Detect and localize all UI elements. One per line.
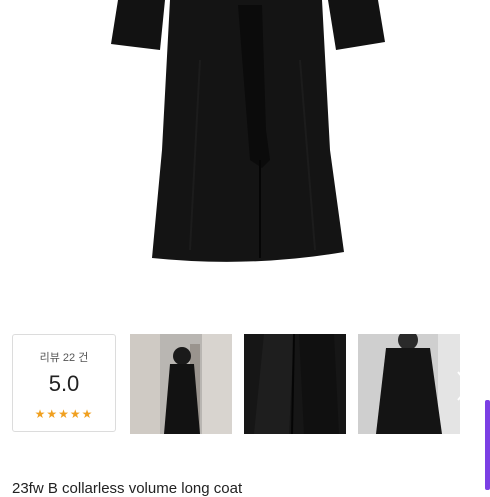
review-thumbnail-2[interactable]: [244, 334, 346, 434]
product-title: 23fw B collarless volume long coat: [12, 480, 243, 497]
chevron-right-icon[interactable]: [452, 366, 476, 406]
review-summary-card[interactable]: 리뷰 22 건 5.0 ★★★★★: [12, 334, 116, 432]
review-thumbnail-3[interactable]: [358, 334, 460, 434]
scroll-indicator[interactable]: [485, 400, 490, 490]
review-score: 5.0: [48, 371, 80, 396]
review-count: 리뷰 22 건: [39, 352, 89, 364]
star-rating-icon: ★★★★★: [34, 407, 94, 421]
product-main-image: [0, 0, 490, 322]
review-thumbnail-1[interactable]: [130, 334, 232, 434]
review-gallery: 리뷰 22 건 5.0 ★★★★★: [0, 330, 490, 440]
